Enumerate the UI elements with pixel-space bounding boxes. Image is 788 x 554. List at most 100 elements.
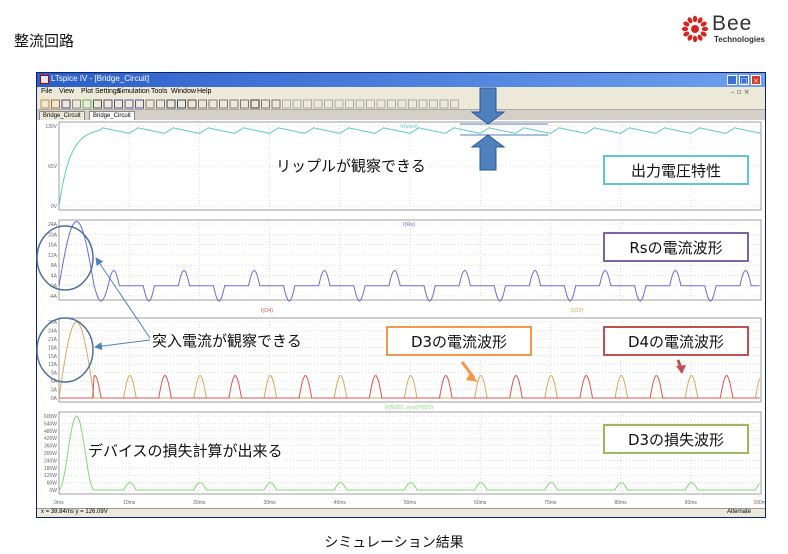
cursor-readout: x = 39.84ms y = 126.09V (41, 509, 108, 515)
menu-file[interactable]: File (41, 88, 52, 95)
close-icon[interactable]: × (751, 75, 761, 85)
y-tick-label: 15A (48, 354, 58, 360)
menu-tools[interactable]: Tools (151, 88, 167, 95)
app-icon (40, 75, 49, 84)
y-tick-label: 0A (51, 396, 58, 402)
y-tick-label: 21A (48, 337, 58, 343)
y-tick-label: 24A (48, 328, 58, 334)
toolbar-button-icon (135, 99, 144, 109)
window-titlebar[interactable]: LTspice IV - [Bridge_Circuit] _ □ × (37, 73, 765, 87)
x-tick-label: 10ms (123, 500, 136, 506)
toolbar-button-icon (229, 99, 239, 109)
y-tick-label: 65V (48, 164, 58, 170)
status-mode: Alternate (727, 509, 752, 515)
callout-rs-current: Rsの電流波形 (603, 232, 749, 262)
toolbar-button-icon (376, 99, 386, 109)
minimize-icon[interactable]: _ (727, 75, 737, 85)
logo-petal (701, 26, 709, 32)
y-tick-label: 130V (45, 124, 57, 130)
tab-bar: Bridge_Circuit Bridge_Circuit (37, 110, 765, 120)
y-tick-label: 600W (44, 414, 57, 420)
x-tick-label: 40ms (334, 500, 347, 506)
toolbar-button-icon (208, 99, 218, 109)
trace-label-id4: I(D4) (261, 308, 273, 314)
y-tick-label: 18A (48, 345, 58, 351)
toolbar-button-icon (219, 99, 228, 109)
y-tick-label: 3A (51, 388, 58, 394)
trace-label-id3: I(D3) (571, 308, 583, 314)
toolbar-button-icon (51, 99, 60, 109)
tab-bridge-circuit-waveform[interactable]: Bridge_Circuit (89, 111, 135, 120)
y-tick-label: 240W (44, 458, 57, 464)
toolbar-button-icon (145, 99, 155, 109)
callout-d3-current: D3の電流波形 (386, 326, 532, 356)
toolbar-button-icon (187, 99, 197, 109)
callout-d4-current: D4の電流波形 (603, 326, 749, 356)
toolbar-button-icon (261, 99, 270, 109)
y-tick-label: 12A (48, 362, 58, 368)
toolbar-button-icon (93, 99, 102, 109)
y-tick-label: 24A (48, 222, 58, 228)
maximize-icon[interactable]: □ (739, 75, 749, 85)
y-tick-label: 4A (51, 273, 58, 279)
menu-simulation[interactable]: Simulation (117, 88, 150, 95)
toolbar-button-icon (177, 99, 186, 109)
y-tick-label: 8A (51, 263, 58, 269)
toolbar-button-icon (450, 99, 459, 109)
toolbar-button-icon (271, 99, 281, 109)
toolbar-button-icon (61, 99, 71, 109)
menu-help[interactable]: Help (197, 88, 211, 95)
y-tick-label: 0W (50, 488, 58, 494)
menu-window[interactable]: Window (171, 88, 196, 95)
bee-logo-icon (681, 15, 709, 43)
logo-petal (692, 15, 698, 23)
toolbar-button-icon (114, 99, 123, 109)
toolbar-button-icon (345, 99, 354, 109)
y-tick-label: 360W (44, 444, 57, 450)
ripple-annotation: リップルが観察できる (276, 155, 426, 176)
toolbar-button-icon (72, 99, 81, 109)
y-tick-label: 60W (47, 481, 58, 487)
status-bar: x = 39.84ms y = 126.09V Alternate (37, 508, 765, 517)
y-tick-label: 480W (44, 429, 57, 435)
toolbar-button-icon (292, 99, 302, 109)
toolbar-button-icon (408, 99, 417, 109)
y-tick-label: 120W (44, 473, 57, 479)
callout-output-voltage: 出力電圧特性 (603, 155, 749, 185)
y-tick-label: 180W (44, 466, 57, 472)
logo-subtitle: Technologies (714, 35, 765, 44)
y-tick-label: 9A (51, 371, 58, 377)
toolbar-button-icon (324, 99, 333, 109)
toolbar-button-icon (418, 99, 428, 109)
y-tick-label: 12A (48, 253, 58, 259)
x-tick-label: 0ms (54, 500, 64, 506)
toolbar-button-icon (303, 99, 312, 109)
toolbar-button-icon (387, 99, 396, 109)
slide-caption: シミュレーション結果 (324, 535, 464, 551)
toolbar-button-icon (334, 99, 344, 109)
window-title: LTspice IV - [Bridge_Circuit] (51, 74, 150, 83)
trace-label-loss: V(N002, vout)*I(D3) (385, 405, 433, 411)
toolbar-icons (40, 99, 459, 109)
toolbar-button-icon (40, 99, 50, 109)
menu-view[interactable]: View (59, 88, 74, 95)
toolbar-button-icon (240, 99, 249, 109)
toolbar-button-icon (250, 99, 260, 109)
toolbar-button-icon (313, 99, 323, 109)
logo-name: Bee (712, 12, 753, 35)
y-tick-label: 420W (44, 436, 57, 442)
y-tick-label: 6A (51, 379, 58, 385)
mdi-controls-icon[interactable]: – ▫ × (731, 88, 750, 96)
callout-d3-loss: D3の損失波形 (603, 424, 749, 454)
x-tick-label: 90ms (685, 500, 698, 506)
company-logo: Bee Technologies (678, 12, 784, 46)
y-tick-label: 16A (48, 243, 58, 249)
toolbar-button-icon (156, 99, 165, 109)
loss-calc-annotation: デバイスの損失計算が出来る (88, 440, 283, 461)
menu-plot-settings[interactable]: Plot Settings (81, 88, 120, 95)
x-tick-label: 30ms (263, 500, 276, 506)
toolbar-button-icon (429, 99, 438, 109)
logo-center (691, 25, 699, 33)
menu-bar: File View Plot Settings Simulation Tools… (37, 87, 765, 98)
tab-bridge-circuit-schematic[interactable]: Bridge_Circuit (39, 111, 85, 120)
